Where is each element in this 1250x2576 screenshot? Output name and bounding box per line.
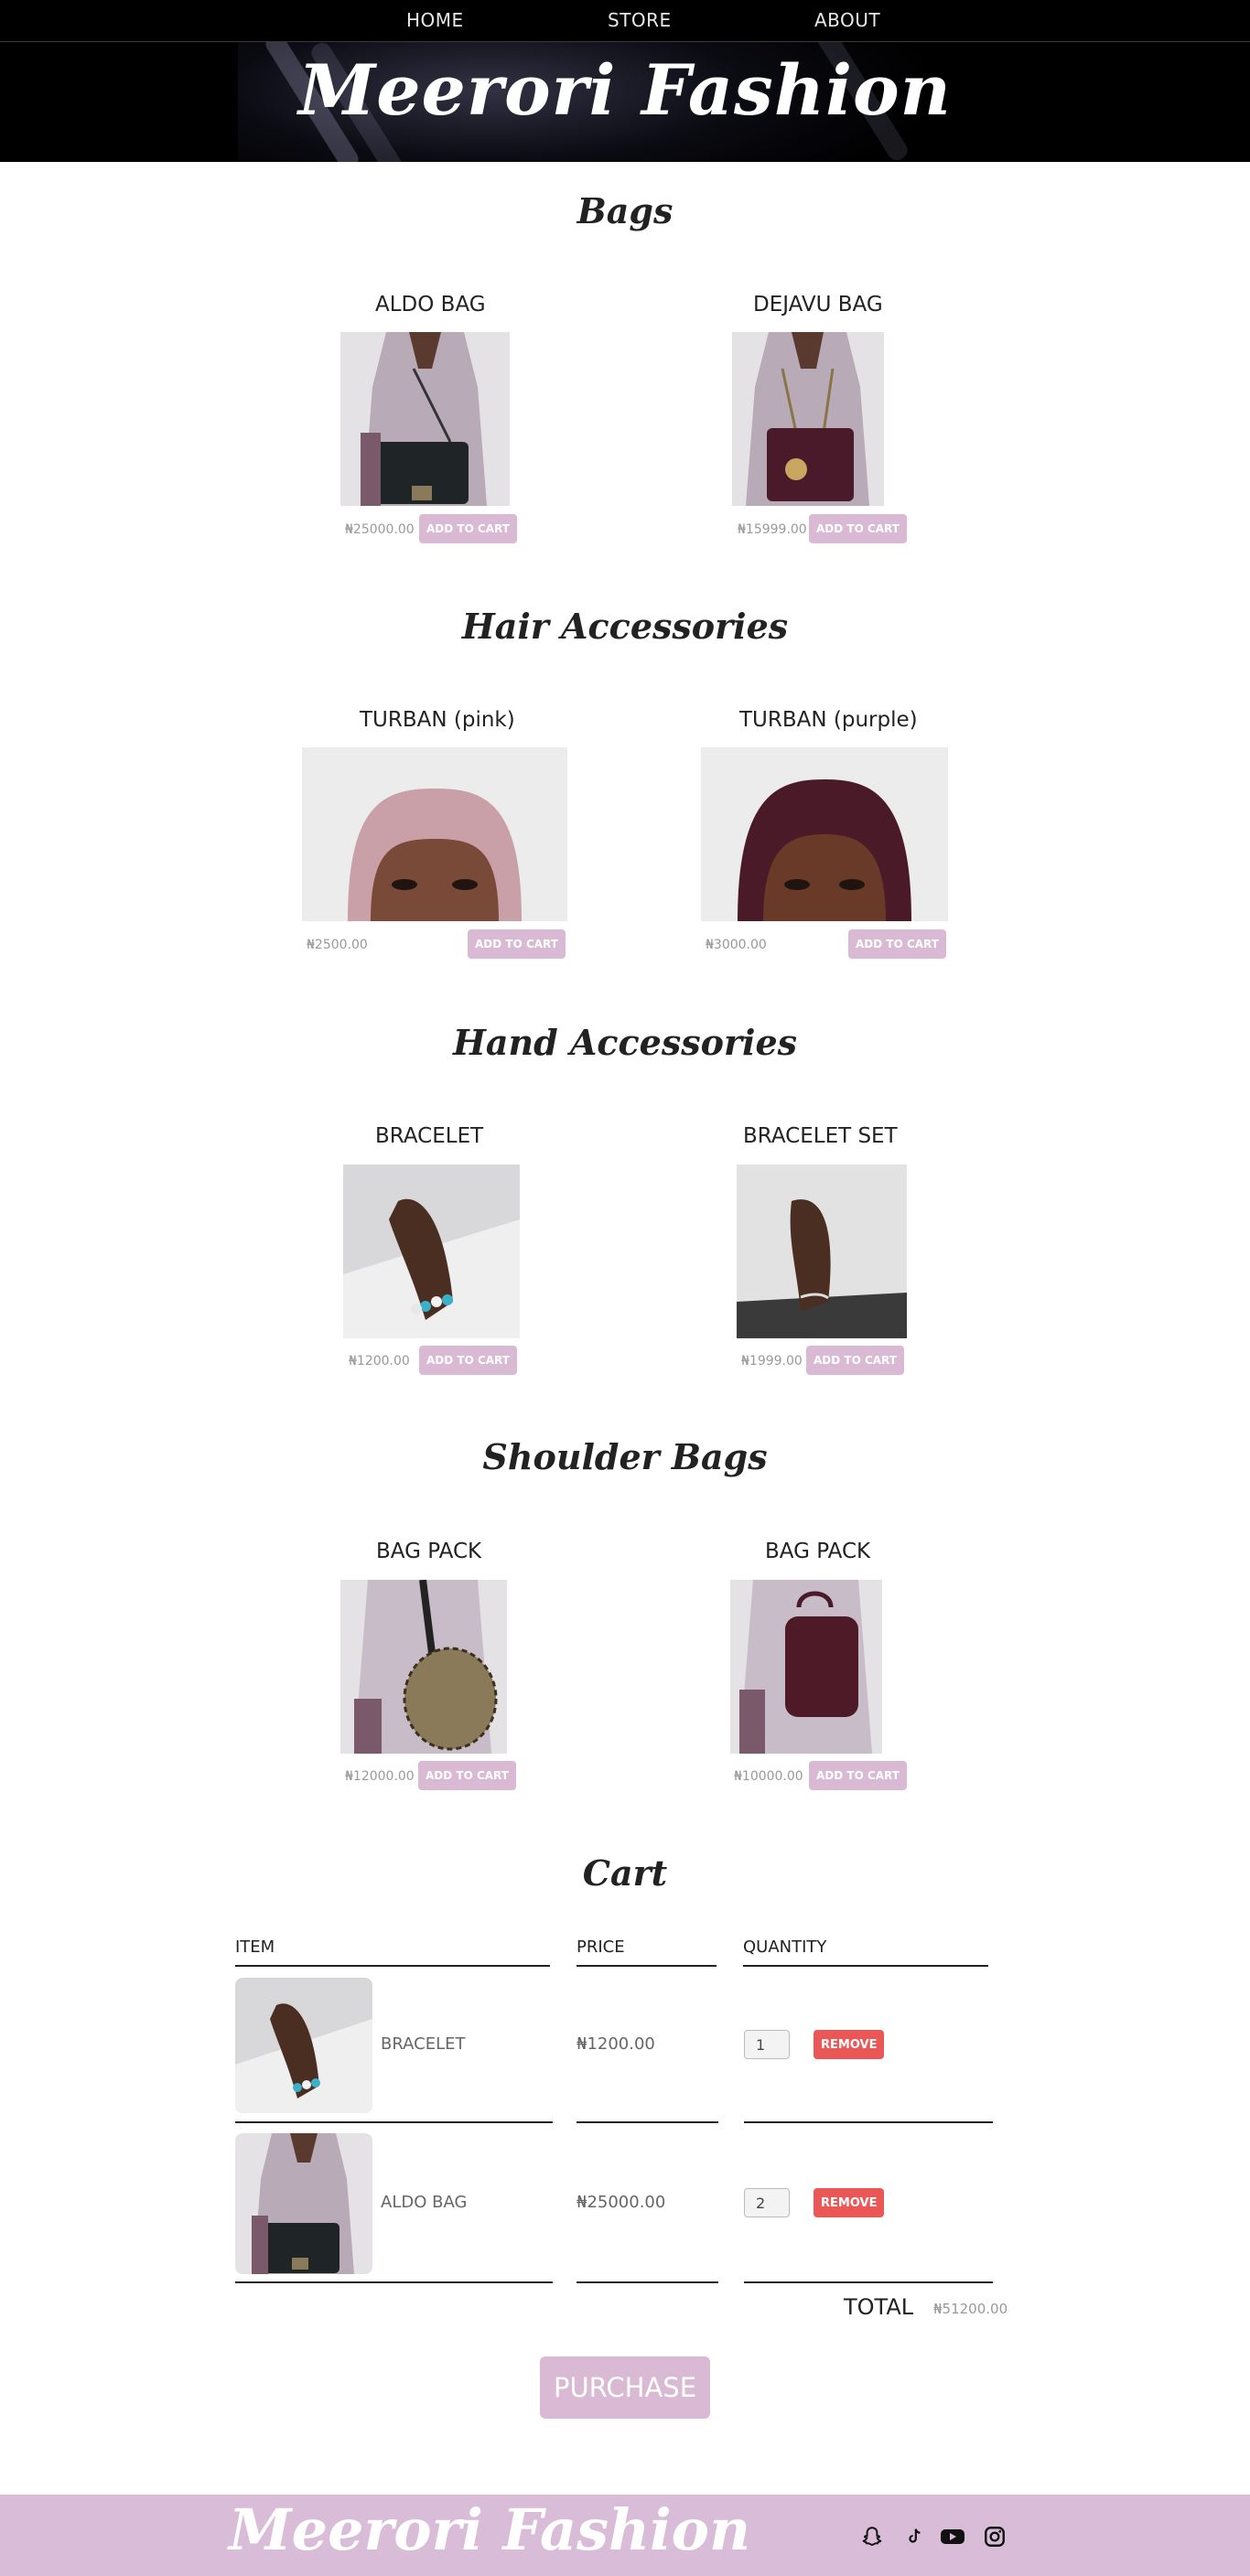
product-name: DEJAVU BAG [753,293,883,317]
product-name: ALDO BAG [375,293,486,317]
turban-pink-photo [302,747,567,921]
cart-header-price: PRICE [577,1937,625,1957]
divider [577,1965,717,1967]
nav-about-link[interactable]: ABOUT [814,9,880,31]
section-title-hand-accessories: Hand Accessories [452,1022,798,1063]
cart-title: Cart [582,1852,668,1894]
bag-pack-snakeskin-photo [340,1580,507,1754]
product-image[interactable] [732,332,884,506]
aldo-bag-thumb [235,2133,372,2274]
bracelet-set-photo [737,1165,907,1338]
tiktok-icon[interactable] [900,2522,929,2551]
product-image[interactable] [701,747,948,921]
nav-home-link[interactable]: HOME [406,9,464,31]
youtube-icon[interactable] [938,2522,967,2551]
product-image[interactable] [302,747,567,921]
nav-store-link[interactable]: STORE [608,9,672,31]
add-to-cart-button[interactable]: ADD TO CART [806,1346,904,1375]
add-to-cart-button[interactable]: ADD TO CART [419,1346,517,1375]
product-name: BAG PACK [376,1540,482,1563]
product-price: ₦2500.00 [307,938,368,952]
cart-item-image [235,2133,372,2274]
tiktok-glyph [909,2528,921,2543]
divider [577,2281,718,2283]
dejavu-bag-photo [732,332,884,506]
product-image[interactable] [737,1165,907,1338]
product-image[interactable] [340,332,510,506]
divider [235,1965,550,1967]
turban-purple-photo [701,747,948,921]
divider [235,2121,553,2123]
section-title-bags: Bags [577,190,673,231]
instagram-glyph [985,2527,1005,2547]
instagram-icon[interactable] [980,2522,1009,2551]
cart-item-image [235,1978,372,2113]
product-price: ₦15999.00 [738,522,807,537]
quantity-input[interactable] [744,2030,790,2059]
add-to-cart-button[interactable]: ADD TO CART [418,1761,516,1790]
divider [744,2281,993,2283]
remove-button[interactable]: REMOVE [814,2030,885,2059]
cart-header-quantity: QUANTITY [743,1937,827,1957]
youtube-glyph [941,2529,964,2544]
snapchat-icon[interactable] [857,2522,887,2551]
product-price: ₦25000.00 [345,522,415,537]
add-to-cart-button[interactable]: ADD TO CART [848,929,946,959]
add-to-cart-button[interactable]: ADD TO CART [809,514,907,543]
product-name: BRACELET [375,1124,484,1148]
bag-pack-burgundy-photo [730,1580,882,1754]
total-label: TOTAL [844,2294,914,2320]
remove-button[interactable]: REMOVE [814,2188,885,2217]
quantity-input[interactable] [744,2188,790,2217]
product-price: ₦1200.00 [349,1354,410,1368]
bracelet-photo [343,1165,520,1338]
section-title-hair-accessories: Hair Accessories [461,606,789,647]
product-name: TURBAN (pink) [360,708,515,732]
section-title-shoulder-bags: Shoulder Bags [482,1436,768,1477]
aldo-bag-photo [340,332,510,506]
product-name: BAG PACK [765,1540,871,1563]
bracelet-thumb [235,1978,372,2113]
divider [235,2281,553,2283]
product-image[interactable] [343,1165,520,1338]
divider [744,2121,993,2123]
add-to-cart-button[interactable]: ADD TO CART [468,929,566,959]
cart-item-name: ALDO BAG [381,2193,468,2212]
brand-title: Meerori Fashion [298,49,952,131]
product-price: ₦12000.00 [345,1769,415,1784]
divider [743,1965,988,1967]
product-price: ₦1999.00 [741,1354,803,1368]
product-name: TURBAN (purple) [739,708,918,732]
add-to-cart-button[interactable]: ADD TO CART [809,1761,907,1790]
total-value: ₦51200.00 [933,2301,1008,2317]
product-price: ₦3000.00 [706,938,767,952]
cart-item-price: ₦1200.00 [577,2034,655,2054]
top-nav: HOME STORE ABOUT [0,0,1250,42]
cart-header-item: ITEM [235,1937,275,1957]
add-to-cart-button[interactable]: ADD TO CART [419,514,517,543]
footer: Meerori Fashion [0,2495,1250,2576]
product-price: ₦10000.00 [734,1769,803,1784]
product-name: BRACELET SET [743,1124,898,1148]
footer-brand: Meerori Fashion [229,2496,751,2563]
hero-banner: Meerori Fashion [0,42,1250,162]
snapchat-glyph [862,2527,882,2546]
purchase-button[interactable]: PURCHASE [540,2356,710,2419]
product-image[interactable] [340,1580,507,1754]
divider [577,2121,718,2123]
cart-item-name: BRACELET [381,2034,466,2054]
product-image[interactable] [730,1580,882,1754]
cart-item-price: ₦25000.00 [577,2193,666,2212]
